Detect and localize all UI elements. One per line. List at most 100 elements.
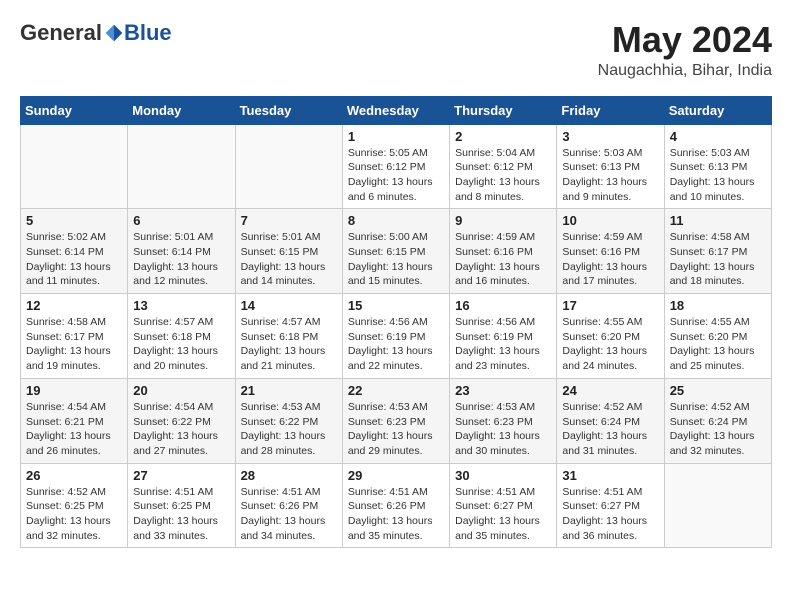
day-info-text: Sunrise: 4:51 AMSunset: 6:27 PMDaylight:…: [455, 485, 551, 544]
week-row-1: 1 Sunrise: 5:05 AMSunset: 6:12 PMDaylight…: [21, 124, 772, 209]
day-info-text: Sunrise: 5:05 AMSunset: 6:12 PMDaylight:…: [348, 146, 444, 205]
day-info-text: Sunrise: 4:57 AMSunset: 6:18 PMDaylight:…: [241, 315, 337, 374]
day-info-text: Sunrise: 4:59 AMSunset: 6:16 PMDaylight:…: [455, 230, 551, 289]
day-cell: 21 Sunrise: 4:53 AMSunset: 6:22 PMDayligh…: [235, 378, 342, 463]
day-info-text: Sunrise: 4:52 AMSunset: 6:25 PMDaylight:…: [26, 485, 122, 544]
day-number: 28: [241, 468, 337, 483]
day-cell: 11Sunrise: 4:58 AMSunset: 6:17 PMDayligh…: [664, 209, 771, 294]
day-cell: 3 Sunrise: 5:03 AMSunset: 6:13 PMDaylight…: [557, 124, 664, 209]
logo: General Blue: [20, 20, 172, 46]
day-info-text: Sunrise: 4:52 AMSunset: 6:24 PMDaylight:…: [670, 400, 766, 459]
calendar-table: SundayMondayTuesdayWednesdayThursdayFrid…: [20, 96, 772, 549]
day-info-text: Sunrise: 4:53 AMSunset: 6:23 PMDaylight:…: [348, 400, 444, 459]
day-info-text: Sunrise: 5:02 AMSunset: 6:14 PMDaylight:…: [26, 230, 122, 289]
day-number: 25: [670, 383, 766, 398]
day-info-text: Sunrise: 4:57 AMSunset: 6:18 PMDaylight:…: [133, 315, 229, 374]
day-info-text: Sunrise: 4:51 AMSunset: 6:25 PMDaylight:…: [133, 485, 229, 544]
day-info-text: Sunrise: 4:54 AMSunset: 6:22 PMDaylight:…: [133, 400, 229, 459]
day-cell: 8 Sunrise: 5:00 AMSunset: 6:15 PMDaylight…: [342, 209, 449, 294]
week-row-5: 26 Sunrise: 4:52 AMSunset: 6:25 PMDayligh…: [21, 463, 772, 548]
day-cell: 28 Sunrise: 4:51 AMSunset: 6:26 PMDayligh…: [235, 463, 342, 548]
day-cell: [664, 463, 771, 548]
day-number: 8: [348, 213, 444, 228]
day-cell: 9 Sunrise: 4:59 AMSunset: 6:16 PMDaylight…: [450, 209, 557, 294]
day-number: 9: [455, 213, 551, 228]
day-number: 20: [133, 383, 229, 398]
day-number: 26: [26, 468, 122, 483]
day-number: 19: [26, 383, 122, 398]
day-number: 7: [241, 213, 337, 228]
week-row-3: 12Sunrise: 4:58 AMSunset: 6:17 PMDayligh…: [21, 294, 772, 379]
day-cell: 18Sunrise: 4:55 AMSunset: 6:20 PMDayligh…: [664, 294, 771, 379]
day-info-text: Sunrise: 4:52 AMSunset: 6:24 PMDaylight:…: [562, 400, 658, 459]
day-info-text: Sunrise: 4:53 AMSunset: 6:23 PMDaylight:…: [455, 400, 551, 459]
day-number: 5: [26, 213, 122, 228]
day-info-text: Sunrise: 4:55 AMSunset: 6:20 PMDaylight:…: [562, 315, 658, 374]
day-info-text: Sunrise: 5:03 AMSunset: 6:13 PMDaylight:…: [562, 146, 658, 205]
day-number: 15: [348, 298, 444, 313]
day-cell: 12Sunrise: 4:58 AMSunset: 6:17 PMDayligh…: [21, 294, 128, 379]
day-cell: 2Sunrise: 5:04 AMSunset: 6:12 PMDaylight…: [450, 124, 557, 209]
week-row-2: 5 Sunrise: 5:02 AMSunset: 6:14 PMDaylight…: [21, 209, 772, 294]
month-year-title: May 2024: [598, 20, 772, 60]
day-number: 1: [348, 129, 444, 144]
day-number: 3: [562, 129, 658, 144]
day-number: 24: [562, 383, 658, 398]
day-cell: 4 Sunrise: 5:03 AMSunset: 6:13 PMDaylight…: [664, 124, 771, 209]
day-number: 4: [670, 129, 766, 144]
weekday-header-monday: Monday: [128, 96, 235, 124]
day-number: 22: [348, 383, 444, 398]
day-cell: 24 Sunrise: 4:52 AMSunset: 6:24 PMDayligh…: [557, 378, 664, 463]
day-info-text: Sunrise: 4:59 AMSunset: 6:16 PMDaylight:…: [562, 230, 658, 289]
day-info-text: Sunrise: 4:51 AMSunset: 6:27 PMDaylight:…: [562, 485, 658, 544]
day-number: 17: [562, 298, 658, 313]
day-cell: 7 Sunrise: 5:01 AMSunset: 6:15 PMDaylight…: [235, 209, 342, 294]
location-subtitle: Naugachhia, Bihar, India: [598, 62, 772, 80]
day-info-text: Sunrise: 5:00 AMSunset: 6:15 PMDaylight:…: [348, 230, 444, 289]
logo-blue-text: Blue: [124, 20, 172, 46]
day-cell: 5 Sunrise: 5:02 AMSunset: 6:14 PMDaylight…: [21, 209, 128, 294]
day-number: 23: [455, 383, 551, 398]
day-cell: 19 Sunrise: 4:54 AMSunset: 6:21 PMDayligh…: [21, 378, 128, 463]
day-info-text: Sunrise: 4:54 AMSunset: 6:21 PMDaylight:…: [26, 400, 122, 459]
day-cell: 27 Sunrise: 4:51 AMSunset: 6:25 PMDayligh…: [128, 463, 235, 548]
day-cell: [235, 124, 342, 209]
day-info-text: Sunrise: 4:53 AMSunset: 6:22 PMDaylight:…: [241, 400, 337, 459]
day-info-text: Sunrise: 4:51 AMSunset: 6:26 PMDaylight:…: [241, 485, 337, 544]
weekday-header-tuesday: Tuesday: [235, 96, 342, 124]
day-cell: 20 Sunrise: 4:54 AMSunset: 6:22 PMDayligh…: [128, 378, 235, 463]
day-number: 11: [670, 213, 766, 228]
day-number: 29: [348, 468, 444, 483]
day-info-text: Sunrise: 5:01 AMSunset: 6:14 PMDaylight:…: [133, 230, 229, 289]
day-number: 31: [562, 468, 658, 483]
day-cell: 14 Sunrise: 4:57 AMSunset: 6:18 PMDayligh…: [235, 294, 342, 379]
day-cell: 17 Sunrise: 4:55 AMSunset: 6:20 PMDayligh…: [557, 294, 664, 379]
logo-icon: [104, 23, 124, 43]
day-number: 12: [26, 298, 122, 313]
day-number: 16: [455, 298, 551, 313]
day-number: 21: [241, 383, 337, 398]
day-info-text: Sunrise: 4:56 AMSunset: 6:19 PMDaylight:…: [455, 315, 551, 374]
day-number: 14: [241, 298, 337, 313]
day-info-text: Sunrise: 5:03 AMSunset: 6:13 PMDaylight:…: [670, 146, 766, 205]
weekday-header-sunday: Sunday: [21, 96, 128, 124]
day-cell: 6 Sunrise: 5:01 AMSunset: 6:14 PMDaylight…: [128, 209, 235, 294]
day-number: 27: [133, 468, 229, 483]
day-cell: 31 Sunrise: 4:51 AMSunset: 6:27 PMDayligh…: [557, 463, 664, 548]
day-info-text: Sunrise: 5:01 AMSunset: 6:15 PMDaylight:…: [241, 230, 337, 289]
day-info-text: Sunrise: 4:56 AMSunset: 6:19 PMDaylight:…: [348, 315, 444, 374]
day-number: 6: [133, 213, 229, 228]
day-cell: 10 Sunrise: 4:59 AMSunset: 6:16 PMDayligh…: [557, 209, 664, 294]
logo-general-text: General: [20, 20, 102, 46]
day-info-text: Sunrise: 4:51 AMSunset: 6:26 PMDaylight:…: [348, 485, 444, 544]
day-cell: 30Sunrise: 4:51 AMSunset: 6:27 PMDayligh…: [450, 463, 557, 548]
day-cell: 25 Sunrise: 4:52 AMSunset: 6:24 PMDayligh…: [664, 378, 771, 463]
page: General Blue May 2024 Naugachhia, Bihar,…: [0, 0, 792, 558]
week-row-4: 19 Sunrise: 4:54 AMSunset: 6:21 PMDayligh…: [21, 378, 772, 463]
weekday-header-thursday: Thursday: [450, 96, 557, 124]
day-number: 10: [562, 213, 658, 228]
weekday-header-saturday: Saturday: [664, 96, 771, 124]
day-number: 13: [133, 298, 229, 313]
day-number: 2: [455, 129, 551, 144]
day-cell: 22 Sunrise: 4:53 AMSunset: 6:23 PMDayligh…: [342, 378, 449, 463]
